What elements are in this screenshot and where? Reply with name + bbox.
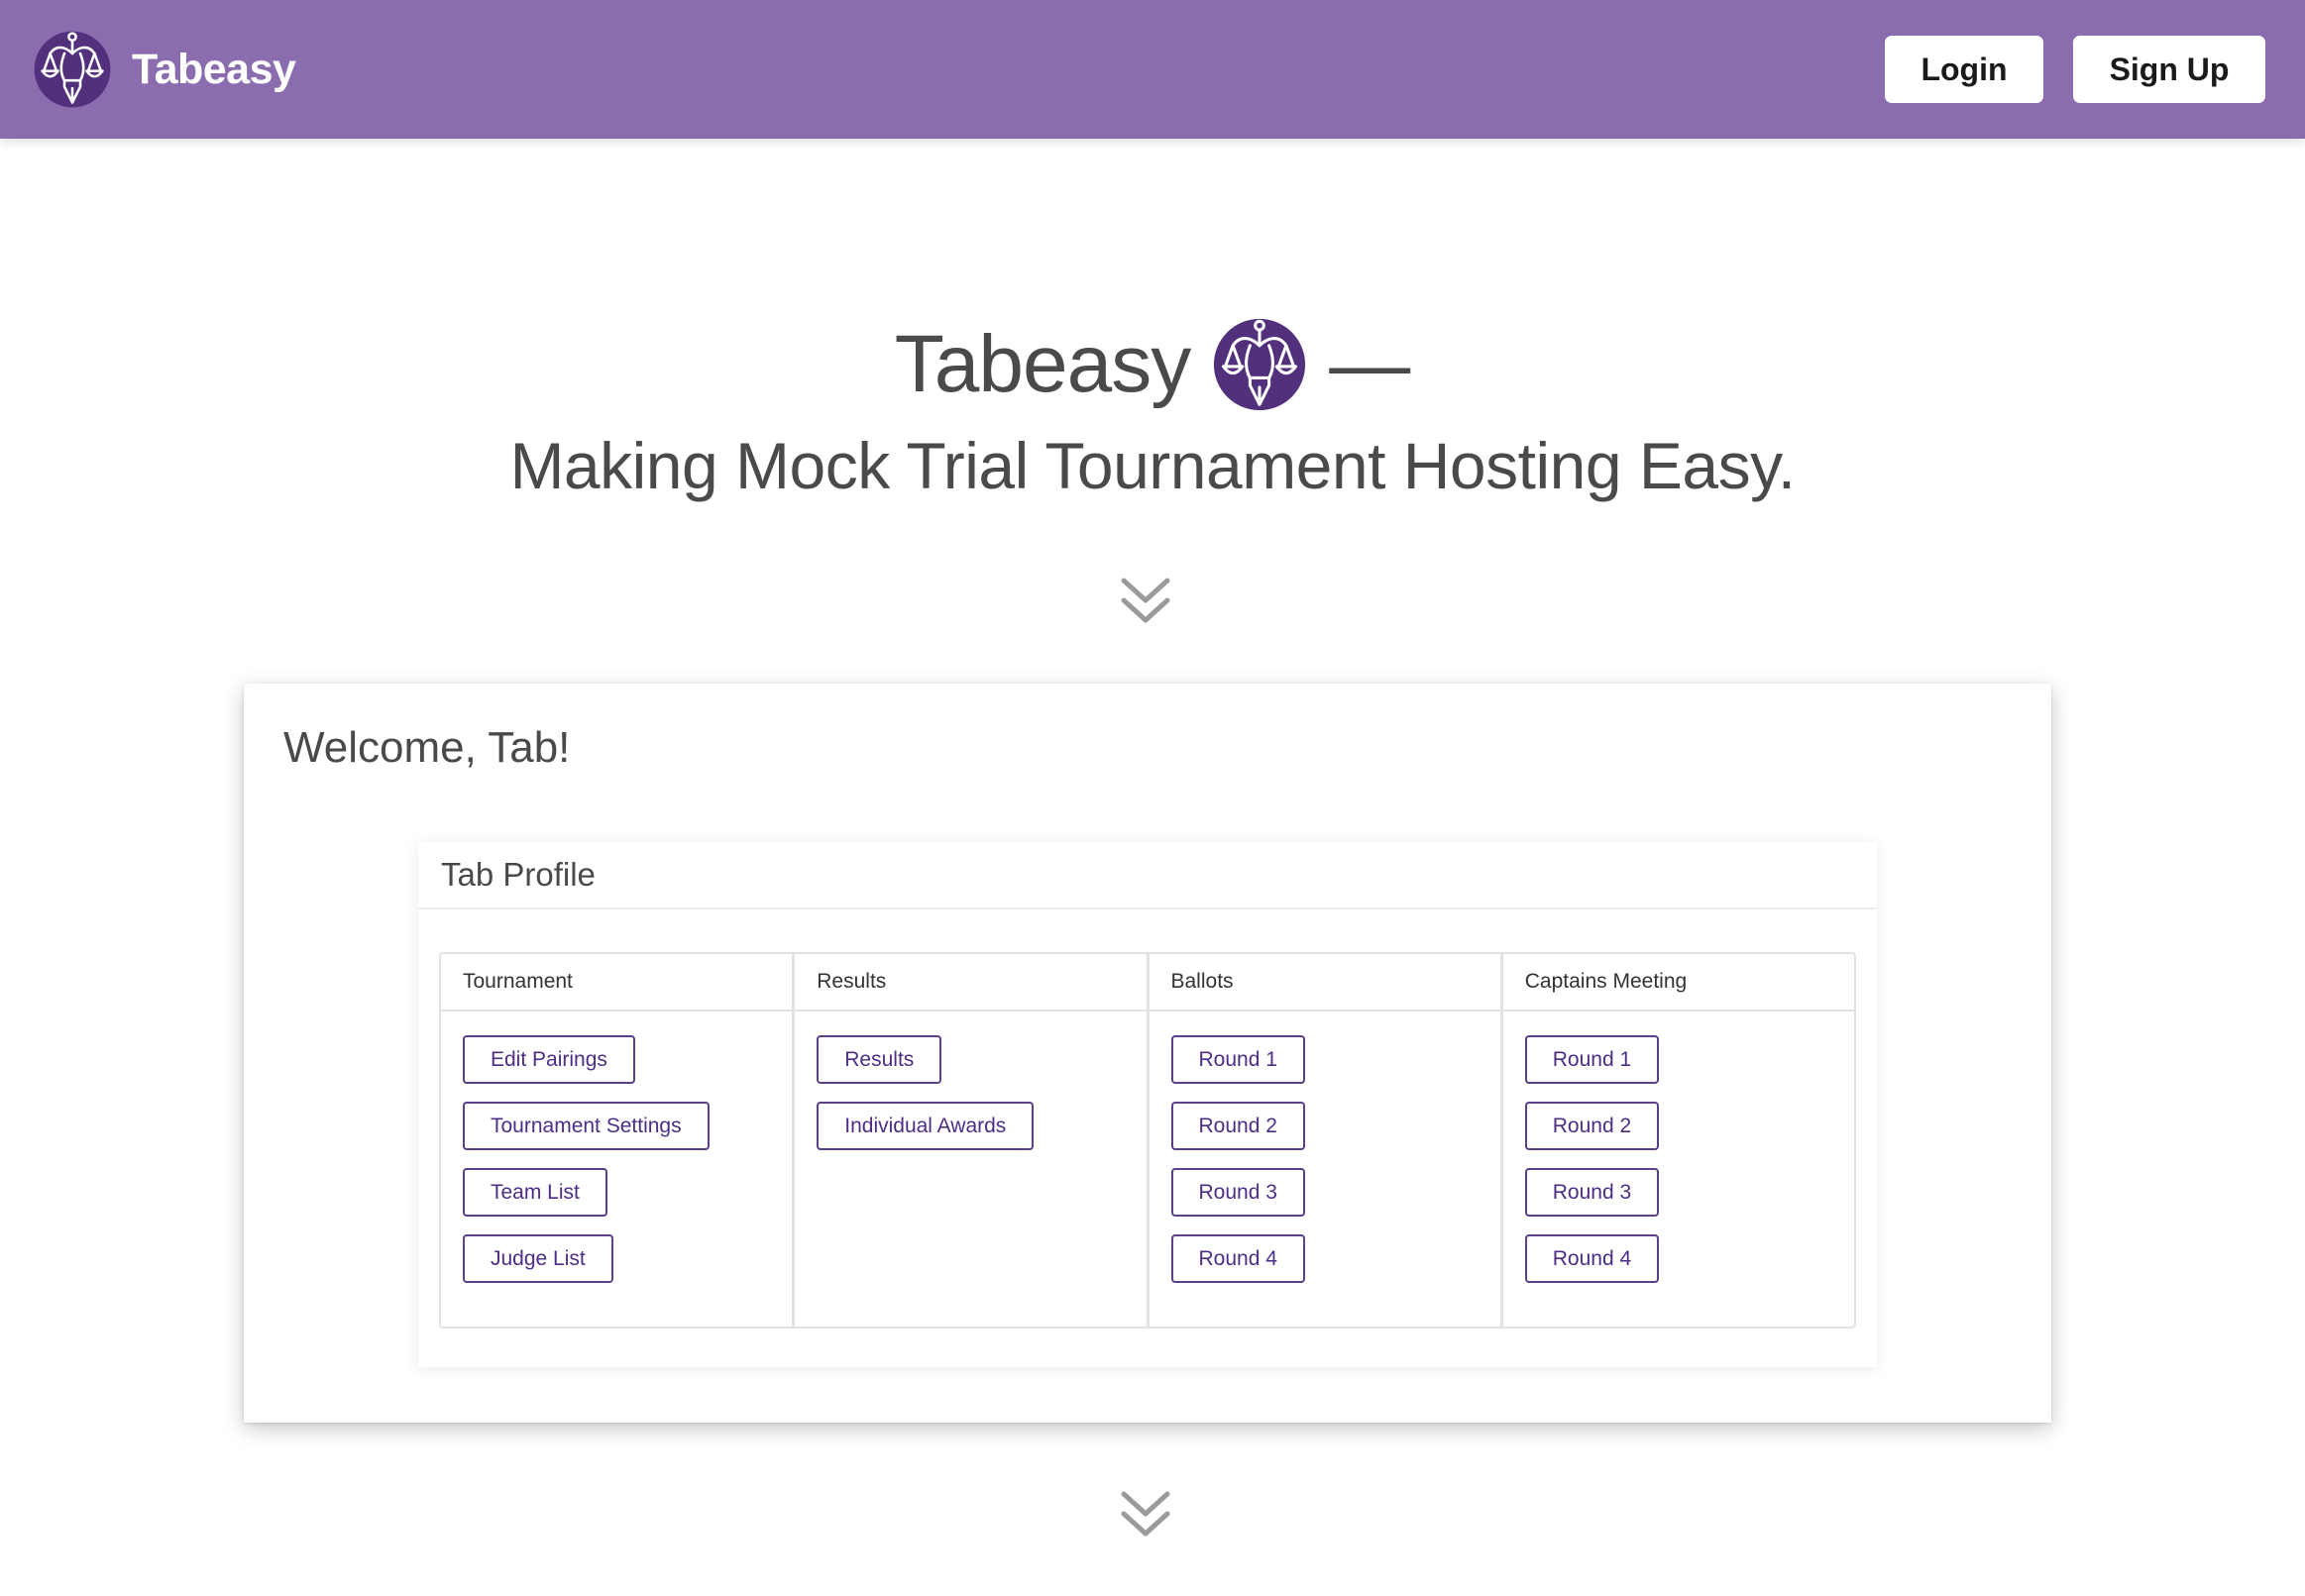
welcome-heading: Welcome, Tab!	[283, 723, 571, 772]
edit-pairings-button[interactable]: Edit Pairings	[463, 1035, 635, 1084]
column-results: Results Results Individual Awards	[795, 954, 1150, 1327]
captains-round-3-button[interactable]: Round 3	[1524, 1168, 1660, 1217]
column-tournament: Tournament Edit Pairings Tournament Sett…	[441, 954, 796, 1327]
ballots-round-2-button[interactable]: Round 2	[1170, 1102, 1305, 1150]
tabeasy-logo-icon	[34, 31, 111, 108]
column-ballots: Ballots Round 1 Round 2 Round 3 Round 4	[1149, 954, 1503, 1327]
brand-link[interactable]: Tabeasy	[33, 27, 296, 112]
captains-round-1-button[interactable]: Round 1	[1524, 1035, 1660, 1084]
login-button[interactable]: Login	[1885, 36, 2043, 103]
ballots-round-1-button[interactable]: Round 1	[1170, 1035, 1305, 1084]
top-navbar: Tabeasy Login Sign Up	[0, 0, 2305, 139]
double-chevron-down-icon[interactable]	[1120, 1488, 1171, 1540]
column-header: Captains Meeting	[1502, 954, 1854, 1011]
hero-subtitle: Making Mock Trial Tournament Hosting Eas…	[509, 429, 1796, 502]
judge-list-button[interactable]: Judge List	[463, 1234, 613, 1283]
team-list-button[interactable]: Team List	[463, 1168, 607, 1217]
column-header: Tournament	[441, 954, 793, 1011]
results-button[interactable]: Results	[817, 1035, 942, 1084]
tabeasy-logo-icon	[1214, 318, 1306, 411]
captains-round-4-button[interactable]: Round 4	[1524, 1234, 1660, 1283]
tab-profile-panel: Tab Profile Tournament Edit Pairings Tou…	[418, 842, 1877, 1367]
signup-button[interactable]: Sign Up	[2073, 36, 2265, 103]
brand-name: Tabeasy	[132, 45, 296, 93]
column-header: Ballots	[1149, 954, 1500, 1011]
tournament-settings-button[interactable]: Tournament Settings	[463, 1102, 710, 1150]
hero-title: Tabeasy	[894, 319, 1191, 409]
column-captains-meeting: Captains Meeting Round 1 Round 2 Round 3…	[1502, 954, 1854, 1327]
captains-round-2-button[interactable]: Round 2	[1524, 1102, 1660, 1150]
column-header: Results	[795, 954, 1147, 1011]
individual-awards-button[interactable]: Individual Awards	[817, 1102, 1035, 1150]
ballots-round-4-button[interactable]: Round 4	[1170, 1234, 1305, 1283]
panel-title: Tab Profile	[441, 856, 596, 893]
ballots-round-3-button[interactable]: Round 3	[1170, 1168, 1305, 1217]
hero-dash: —	[1329, 319, 1411, 409]
dashboard-preview-card: Welcome, Tab! Tab Profile Tournament Edi…	[244, 684, 2051, 1423]
panel-divider	[418, 907, 1877, 909]
double-chevron-down-icon[interactable]	[1120, 575, 1171, 626]
hero-heading: Tabeasy —	[0, 310, 2305, 419]
profile-columns: Tournament Edit Pairings Tournament Sett…	[439, 952, 1856, 1329]
